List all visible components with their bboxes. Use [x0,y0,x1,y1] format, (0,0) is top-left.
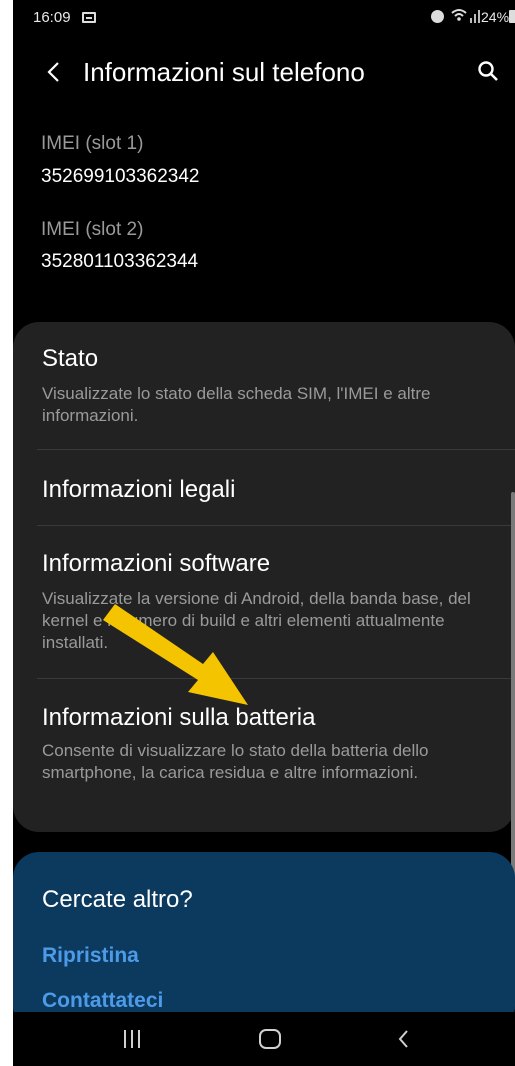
app-header: Informazioni sul telefono [13,45,515,103]
contact-us-link[interactable]: Contattateci [42,989,163,1013]
item-desc: Consente di visualizzare lo stato della … [42,741,429,782]
recent-apps-icon[interactable] [121,1029,143,1049]
looking-for-title: Cercate altro? [42,886,193,913]
arrow-annotation-icon [103,604,248,705]
nav-back-icon[interactable] [396,1029,412,1049]
imei-slot2-value: 352801103362344 [41,251,199,272]
looking-for-card: Cercate altro? Ripristina Contattateci [13,852,515,1032]
page-title: Informazioni sul telefono [83,57,365,87]
search-icon[interactable] [477,60,499,82]
back-icon[interactable] [43,59,65,85]
item-desc: Visualizzate lo stato della scheda SIM, … [42,384,431,425]
imei-slot2-label: IMEI (slot 2) [41,219,144,240]
item-title: Stato [42,345,99,372]
phone-screen: 16:09 24% Informazioni sul telefono IMEI… [13,0,515,1066]
battery-percent: 24% [481,9,510,25]
item-title: Informazioni legali [42,476,236,503]
home-icon[interactable] [259,1029,281,1049]
battery-icon [509,10,515,23]
divider [37,449,515,450]
reset-link[interactable]: Ripristina [42,944,139,968]
gallery-icon [82,12,96,23]
status-time: 16:09 [33,9,71,26]
status-bar: 16:09 24% [13,0,515,40]
imei-slot1-label: IMEI (slot 1) [41,133,144,154]
divider [37,525,515,526]
wifi-icon [451,9,467,21]
alarm-icon [431,10,444,23]
item-title: Informazioni software [42,550,271,577]
signal-icon [470,10,480,23]
imei-slot1-value: 352699103362342 [41,166,200,187]
navigation-bar [13,1012,515,1066]
settings-card: Stato Visualizzate lo stato della scheda… [13,322,515,832]
